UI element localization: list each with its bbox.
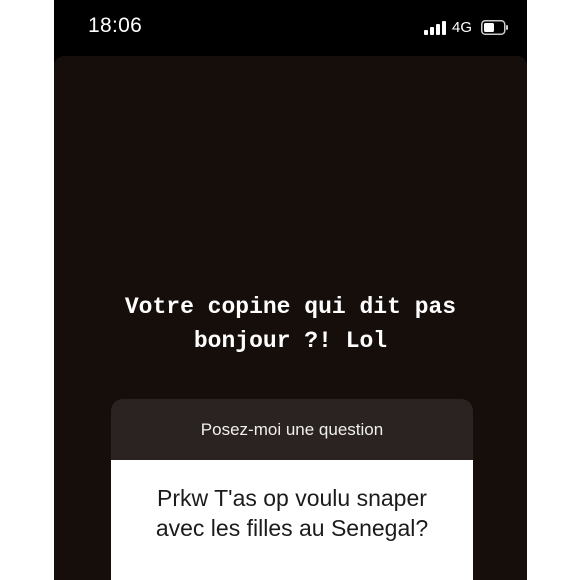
status-time: 18:06 (88, 14, 143, 37)
question-sticker-answer: Prkw T'as op voulu snaper avec les fille… (111, 460, 473, 580)
answer-line: Prkw T'as op voulu snaper (157, 485, 427, 511)
signal-icon (424, 21, 446, 35)
story-caption: Votre copine qui dit pas bonjour ?! Lol (54, 290, 527, 358)
answer-line: avec les filles au Senegal? (155, 515, 429, 541)
story-caption-line: Votre copine qui dit pas (124, 294, 457, 320)
question-sticker[interactable]: Posez-moi une question Prkw T'as op voul… (111, 399, 473, 580)
page: 18:06 4G Votre copine qui dit pas bonjou… (0, 0, 580, 580)
battery-icon (481, 20, 508, 35)
story-view[interactable]: Votre copine qui dit pas bonjour ?! Lol … (54, 56, 527, 580)
status-bar: 18:06 4G (54, 0, 527, 54)
phone-screen: 18:06 4G Votre copine qui dit pas bonjou… (54, 0, 527, 580)
network-type: 4G (452, 19, 473, 36)
story-caption-line: bonjour ?! Lol (193, 328, 388, 354)
question-sticker-header: Posez-moi une question (111, 399, 473, 460)
